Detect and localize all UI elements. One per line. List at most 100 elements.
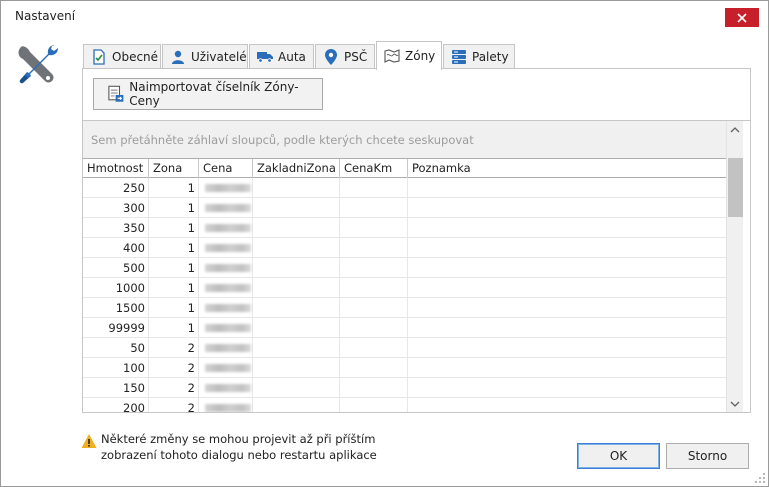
table-cell-cena[interactable] (199, 178, 253, 198)
table-cell-hmotnost[interactable]: 200 (83, 398, 149, 412)
cancel-button[interactable]: Storno (666, 443, 749, 469)
grid-vertical-scrollbar[interactable] (726, 121, 743, 412)
table-cell-hmotnost[interactable]: 250 (83, 178, 149, 198)
table-cell-poznamka[interactable] (408, 258, 726, 278)
table-cell-cena[interactable] (199, 258, 253, 278)
table-cell-zakladnizona[interactable] (253, 178, 340, 198)
table-cell-poznamka[interactable] (408, 318, 726, 338)
table-cell-cenakm[interactable] (340, 298, 408, 318)
column-header-hmotnost[interactable]: Hmotnost (83, 159, 149, 178)
table-cell-zakladnizona[interactable] (253, 338, 340, 358)
column-header-zona[interactable]: Zona (149, 159, 199, 178)
table-cell-cena[interactable] (199, 278, 253, 298)
table-cell-cena[interactable] (199, 378, 253, 398)
table-cell-hmotnost[interactable]: 50 (83, 338, 149, 358)
table-cell-zakladnizona[interactable] (253, 298, 340, 318)
table-row[interactable]: 150 2 (83, 378, 726, 398)
table-cell-poznamka[interactable] (408, 198, 726, 218)
table-row[interactable]: 1500 1 (83, 298, 726, 318)
table-cell-cenakm[interactable] (340, 398, 408, 412)
table-cell-zona[interactable]: 1 (149, 218, 199, 238)
table-cell-cena[interactable] (199, 198, 253, 218)
table-cell-hmotnost[interactable]: 350 (83, 218, 149, 238)
table-cell-poznamka[interactable] (408, 398, 726, 412)
table-cell-cenakm[interactable] (340, 318, 408, 338)
table-cell-poznamka[interactable] (408, 378, 726, 398)
table-cell-cenakm[interactable] (340, 338, 408, 358)
table-cell-poznamka[interactable] (408, 338, 726, 358)
tab-auta[interactable]: Auta (249, 44, 314, 69)
table-cell-cenakm[interactable] (340, 218, 408, 238)
table-cell-zona[interactable]: 2 (149, 398, 199, 412)
table-cell-zona[interactable]: 2 (149, 378, 199, 398)
table-cell-zona[interactable]: 2 (149, 358, 199, 378)
table-row[interactable]: 50 2 (83, 338, 726, 358)
table-cell-cenakm[interactable] (340, 178, 408, 198)
tab-zony[interactable]: Zóny (376, 41, 442, 70)
table-cell-zona[interactable]: 1 (149, 258, 199, 278)
table-cell-poznamka[interactable] (408, 218, 726, 238)
column-header-cena[interactable]: Cena (199, 159, 253, 178)
table-cell-zakladnizona[interactable] (253, 198, 340, 218)
close-button[interactable] (725, 8, 759, 27)
table-cell-hmotnost[interactable]: 300 (83, 198, 149, 218)
table-row[interactable]: 100 2 (83, 358, 726, 378)
table-cell-cenakm[interactable] (340, 238, 408, 258)
table-cell-cenakm[interactable] (340, 378, 408, 398)
table-cell-zakladnizona[interactable] (253, 398, 340, 412)
scroll-down-icon[interactable] (730, 399, 740, 409)
tab-psc[interactable]: PSČ (315, 44, 375, 69)
table-cell-cena[interactable] (199, 338, 253, 358)
table-cell-cenakm[interactable] (340, 358, 408, 378)
table-cell-cena[interactable] (199, 358, 253, 378)
table-cell-poznamka[interactable] (408, 178, 726, 198)
table-cell-zakladnizona[interactable] (253, 378, 340, 398)
group-by-area[interactable]: Sem přetáhněte záhlaví sloupců, podle kt… (83, 121, 726, 158)
scrollbar-thumb[interactable] (728, 158, 743, 217)
table-cell-cena[interactable] (199, 298, 253, 318)
table-cell-zakladnizona[interactable] (253, 258, 340, 278)
table-cell-zona[interactable]: 1 (149, 318, 199, 338)
tab-palety[interactable]: Palety (443, 44, 515, 69)
table-cell-hmotnost[interactable]: 400 (83, 238, 149, 258)
table-row[interactable]: 200 2 (83, 398, 726, 412)
table-row[interactable]: 500 1 (83, 258, 726, 278)
table-row[interactable]: 300 1 (83, 198, 726, 218)
table-cell-hmotnost[interactable]: 99999 (83, 318, 149, 338)
table-cell-hmotnost[interactable]: 500 (83, 258, 149, 278)
import-zones-button[interactable]: Naimportovat číselník Zóny-Ceny (93, 78, 323, 110)
table-cell-zona[interactable]: 2 (149, 338, 199, 358)
tab-obecne[interactable]: Obecné (83, 44, 161, 69)
table-cell-poznamka[interactable] (408, 238, 726, 258)
table-row[interactable]: 350 1 (83, 218, 726, 238)
table-cell-cena[interactable] (199, 318, 253, 338)
table-cell-cenakm[interactable] (340, 198, 408, 218)
ok-button[interactable]: OK (577, 443, 660, 469)
table-cell-zakladnizona[interactable] (253, 238, 340, 258)
table-cell-poznamka[interactable] (408, 298, 726, 318)
table-cell-zakladnizona[interactable] (253, 318, 340, 338)
table-cell-cena[interactable] (199, 398, 253, 412)
table-cell-zona[interactable]: 1 (149, 178, 199, 198)
scroll-up-icon[interactable] (730, 125, 740, 135)
table-cell-cena[interactable] (199, 218, 253, 238)
table-cell-hmotnost[interactable]: 1000 (83, 278, 149, 298)
resize-grip-icon[interactable] (753, 471, 767, 485)
table-cell-zakladnizona[interactable] (253, 218, 340, 238)
table-cell-hmotnost[interactable]: 100 (83, 358, 149, 378)
table-cell-zona[interactable]: 1 (149, 278, 199, 298)
table-cell-hmotnost[interactable]: 1500 (83, 298, 149, 318)
table-cell-poznamka[interactable] (408, 358, 726, 378)
table-row[interactable]: 1000 1 (83, 278, 726, 298)
table-cell-cenakm[interactable] (340, 258, 408, 278)
table-cell-zona[interactable]: 1 (149, 298, 199, 318)
tab-uzivatele[interactable]: Uživatelé (162, 44, 248, 69)
table-cell-cena[interactable] (199, 238, 253, 258)
table-cell-poznamka[interactable] (408, 278, 726, 298)
table-cell-zona[interactable]: 1 (149, 238, 199, 258)
table-cell-zona[interactable]: 1 (149, 198, 199, 218)
table-row[interactable]: 400 1 (83, 238, 726, 258)
table-cell-hmotnost[interactable]: 150 (83, 378, 149, 398)
table-cell-zakladnizona[interactable] (253, 358, 340, 378)
column-header-zakladnizona[interactable]: ZakladniZona (253, 159, 340, 178)
